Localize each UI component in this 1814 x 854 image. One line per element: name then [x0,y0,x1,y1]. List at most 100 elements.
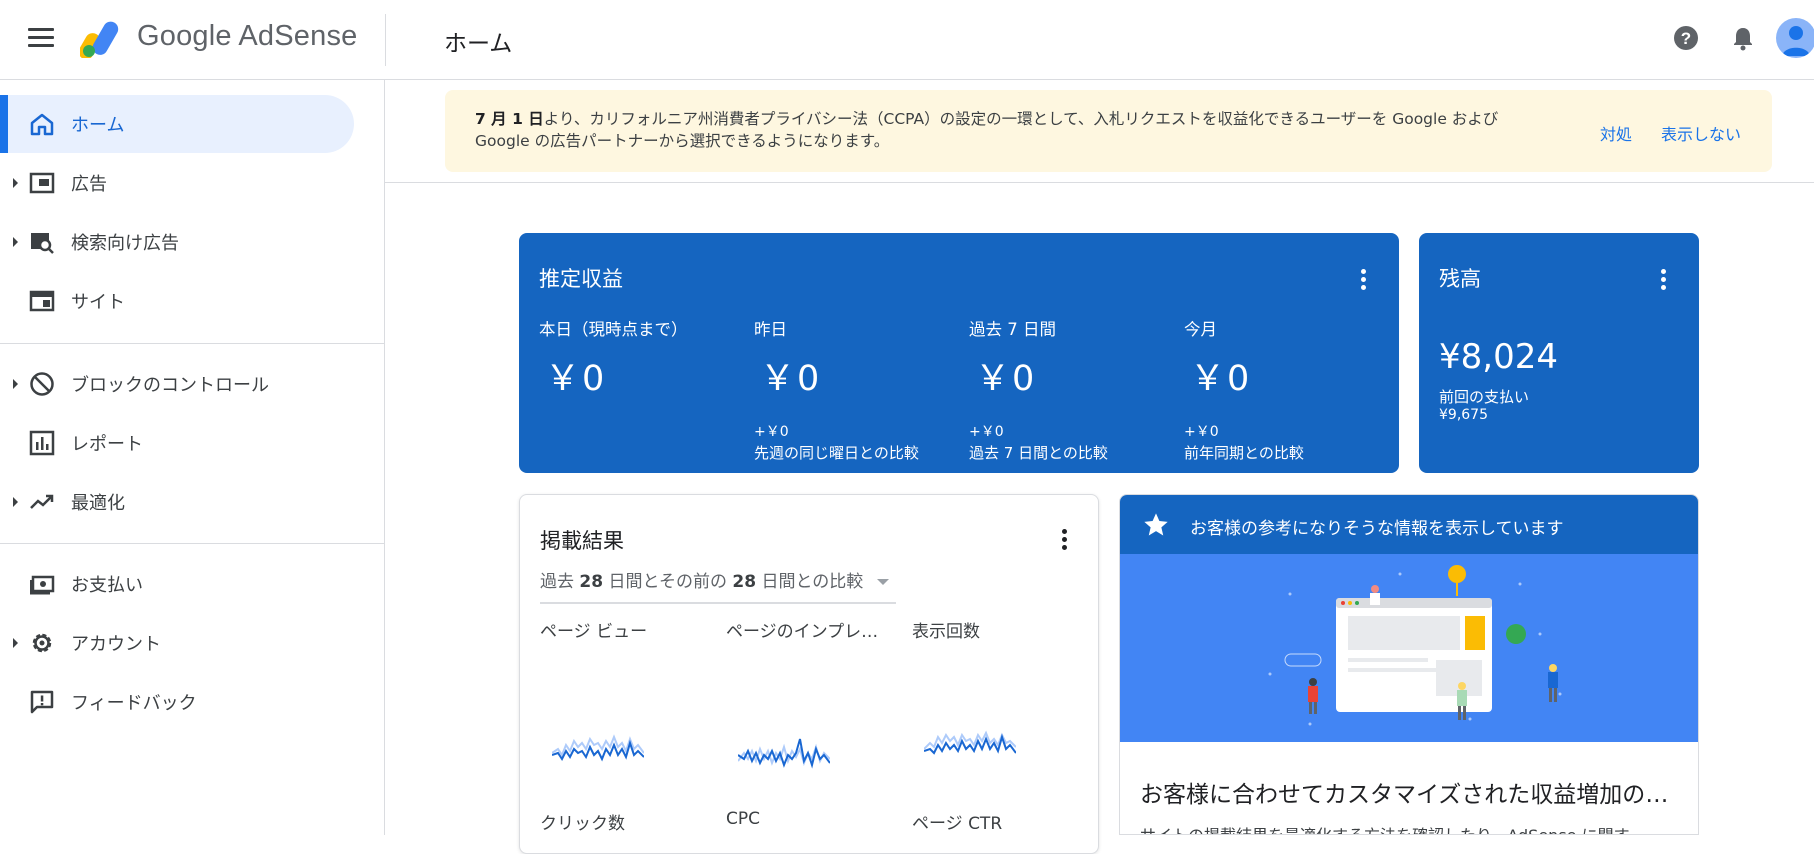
adsense-logo-icon [80,21,119,58]
report-icon [29,430,55,456]
metric-page-views-label[interactable]: ページ ビュー [540,617,700,642]
metric-clicks-label[interactable]: クリック数 [540,809,700,834]
earnings-more-icon[interactable] [1359,269,1367,293]
svg-text:?: ? [1681,29,1691,48]
metric-impressions-label[interactable]: 表示回数 [912,617,1072,642]
range-days-1: 28 [579,572,604,592]
sidebar-item-label: 最適化 [71,493,125,514]
home-icon [30,113,54,136]
sidebar-item-label: お支払い [71,575,143,596]
growth-illustration-icon [1268,565,1562,726]
last-payment-value: ¥9,675 [1439,407,1488,423]
balance-title: 残高 [1439,267,1481,291]
trending-icon [30,494,54,509]
metric-compare: 先週の同じ曜日との比較 [754,444,919,462]
brand-name: Google AdSense [137,20,358,52]
sidebar-item-block-controls[interactable]: ブロックのコントロール [0,355,354,413]
impressions-sparkline [924,730,1016,755]
sidebar-item-payments[interactable]: お支払い [0,555,354,613]
notifications-bell-icon[interactable] [1729,24,1757,52]
sites-icon [29,290,55,312]
sidebar-item-label: サイト [71,292,125,313]
expand-caret-icon [13,237,18,247]
balance-card: 残高 ¥8,024 前回の支払い ¥9,675 [1419,233,1699,473]
sidebar-item-label: アカウント [71,634,161,655]
metric-compare: 前年同期との比較 [1184,444,1304,462]
sidebar-item-label: ホーム [71,115,125,136]
metric-value: ￥0 [760,359,822,399]
expand-caret-icon [13,638,18,648]
hamburger-menu-button[interactable] [28,28,54,50]
estimated-earnings-card: 推定収益 本日（現時点まで） ￥0 昨日 ￥0 +￥0 先週の同じ曜日との比較 … [519,233,1399,473]
top-app-bar: Google AdSense ホーム ? [0,0,1814,80]
block-icon [30,372,54,396]
banner-message: 7 月 1 日より、カリフォルニア州消費者プライバシー法（CCPA）の設定の一環… [475,108,1585,152]
banner-date: 7 月 1 日 [475,110,544,128]
metric-label: 昨日 [754,320,787,339]
page-views-sparkline [552,734,644,762]
earnings-metric-today: 本日（現時点まで） ￥0 [539,316,749,401]
help-icon[interactable]: ? [1672,24,1700,52]
sidebar-divider [0,543,384,544]
metric-label: 本日（現時点まで） [539,320,688,339]
date-range-selector[interactable]: 過去 28 日間とその前の 28 日間との比較 [540,567,889,592]
metric-delta: +￥0 [754,424,789,440]
metric-value: ￥0 [975,359,1037,399]
person-icon [1782,26,1810,56]
expand-caret-icon [13,379,18,389]
sidebar-item-ads[interactable]: 広告 [0,154,354,212]
metric-page-impressions-label[interactable]: ページのインプレッション [726,617,884,642]
sidebar-item-home[interactable]: ホーム [0,95,354,153]
sidebar-item-search-ads[interactable]: 検索向け広告 [0,213,354,271]
insights-header-text: お客様の参考になりそうな情報を表示しています [1190,519,1564,539]
metric-value: ￥0 [545,359,607,399]
expand-caret-icon [13,497,18,507]
user-avatar[interactable] [1776,18,1814,58]
metric-delta: +￥0 [969,424,1004,440]
insights-header: お客様の参考になりそうな情報を表示しています [1120,495,1698,554]
last-payment-label: 前回の支払い [1439,388,1530,406]
banner-divider [385,182,1814,183]
metric-label: 過去 7 日間 [969,320,1056,339]
sidebar-item-label: 検索向け広告 [71,233,179,254]
earnings-metric-last-7-days: 過去 7 日間 ￥0 +￥0 過去 7 日間との比較 [969,316,1179,463]
topbar-divider [385,14,386,66]
date-range-underline [540,602,896,604]
sidebar-nav: ホーム 広告 検索向け広告 サイト ブロックのコントロール レポート 最適化 お… [0,80,385,835]
chevron-down-icon [876,579,889,585]
performance-card: 掲載結果 過去 28 日間とその前の 28 日間との比較 ページ ビュー ページ… [519,494,1099,854]
metric-page-ctr-label[interactable]: ページ CTR [912,809,1072,834]
insights-illustration [1120,554,1698,742]
sidebar-item-label: ブロックのコントロール [71,375,269,396]
sidebar-item-reports[interactable]: レポート [0,414,354,472]
earnings-metric-this-month: 今月 ￥0 +￥0 前年同期との比較 [1184,316,1394,463]
insights-card: お客様の参考になりそうな情報を表示しています お客様に合わせてカスタマイズされた… [1119,494,1699,835]
metric-cpc-label[interactable]: CPC [726,809,886,829]
star-icon [1144,513,1168,536]
range-days-2: 28 [732,572,757,592]
insights-title[interactable]: お客様に合わせてカスタマイズされた収益増加のヒント [1140,775,1685,809]
banner-dismiss-link[interactable]: 表示しない [1661,121,1741,145]
payments-icon [30,575,55,595]
banner-text-line1: より、カリフォルニア州消費者プライバシー法（CCPA）の設定の一環として、入札リ… [543,110,1499,128]
metric-compare: 過去 7 日間との比較 [969,444,1108,462]
sidebar-item-feedback[interactable]: フィードバック [0,673,354,731]
sidebar-item-sites[interactable]: サイト [0,272,354,330]
earnings-title: 推定収益 [539,267,623,291]
sidebar-divider [0,343,384,344]
performance-more-icon[interactable] [1060,529,1068,553]
gear-icon [32,633,52,653]
sidebar-item-optimization[interactable]: 最適化 [0,473,354,531]
sidebar-item-label: レポート [71,434,143,455]
banner-text-line2: Google の広告パートナーから選択できるようになります。 [475,132,890,150]
balance-value: ¥8,024 [1439,337,1558,377]
sidebar-item-account[interactable]: アカウント [0,614,354,672]
metric-delta: +￥0 [1184,424,1219,440]
sidebar-item-label: 広告 [71,174,107,195]
sidebar-item-label: フィードバック [71,693,197,714]
ads-icon [29,172,55,194]
banner-fix-link[interactable]: 対処 [1600,121,1632,145]
page-title: ホーム [444,31,513,57]
insights-body: サイトの掲載結果を最適化する方法を確認したり、AdSense に関す [1140,822,1685,834]
balance-more-icon[interactable] [1659,269,1667,293]
